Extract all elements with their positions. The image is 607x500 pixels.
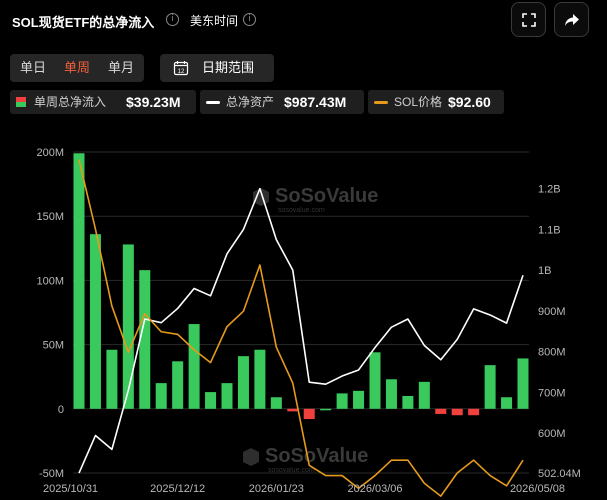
- watermark-sub: sosovalue.com: [268, 467, 315, 474]
- legend-value: $92.60: [448, 94, 491, 110]
- y-right-tick-label: 600M: [538, 428, 566, 440]
- flow-bar: [172, 361, 184, 409]
- net-inflow-swatch: [16, 97, 26, 107]
- timezone-label: 美东时间: [190, 14, 239, 28]
- legend-value: $987.43M: [284, 94, 347, 110]
- flow-bar: [205, 392, 217, 409]
- x-tick-label: 2026/05/08: [510, 483, 565, 495]
- flow-bar: [369, 352, 381, 409]
- flow-bar: [451, 408, 463, 416]
- y-right-tick-label: 900M: [538, 306, 566, 318]
- watermarks: SoSoValue sosovalue.com SoSoValue sosova…: [243, 185, 378, 474]
- flow-bar: [484, 365, 496, 409]
- legend-item-net-assets[interactable]: 总净资产 $987.43M: [200, 90, 364, 114]
- flow-bar: [287, 408, 299, 412]
- y-left-tick-label: -50M: [39, 468, 64, 480]
- flow-bar: [353, 390, 365, 409]
- flow-bar: [254, 349, 266, 409]
- flow-bar: [237, 356, 249, 409]
- flow-bar: [122, 244, 134, 409]
- flow-bar: [188, 324, 200, 409]
- watermark: SoSoValue sosovalue.com: [253, 185, 378, 214]
- tab-weekly[interactable]: 单周: [57, 54, 97, 82]
- flow-bar: [336, 393, 348, 409]
- y-right-tick-label: 1.2B: [538, 184, 561, 196]
- flow-bar: [468, 408, 480, 416]
- y-right-tick-label: 800M: [538, 347, 566, 359]
- flow-bar: [221, 383, 233, 409]
- y-left-tick-label: 200M: [36, 147, 64, 159]
- legend-item-net-inflow[interactable]: 单周总净流入 $39.23M: [10, 90, 196, 114]
- y-left-tick-label: 150M: [36, 211, 64, 223]
- legend-name: 单周总净流入: [34, 95, 107, 109]
- watermark-sub: sosovalue.com: [278, 207, 325, 214]
- period-segment: 单日 单周 单月: [10, 54, 144, 82]
- share-icon: [565, 14, 579, 26]
- sol-price-swatch: [374, 101, 388, 104]
- watermark-text: SoSoValue: [275, 185, 378, 207]
- x-tick-label: 2026/03/06: [347, 483, 402, 495]
- flow-bar: [139, 270, 151, 409]
- y-right-tick-label: 700M: [538, 387, 566, 399]
- flow-bar: [155, 383, 167, 409]
- flow-bar: [385, 379, 397, 409]
- legend-value: $39.23M: [126, 94, 181, 110]
- y-left-tick-label: 0: [58, 404, 64, 416]
- flow-bar: [402, 395, 414, 409]
- flow-bar: [106, 349, 118, 409]
- flow-bar: [517, 358, 529, 409]
- y-left-tick-label: 50M: [43, 340, 64, 352]
- calendar-day: 12: [178, 69, 185, 75]
- calendar-icon: 12: [173, 61, 189, 76]
- y-right-tick-label: 1.1B: [538, 224, 561, 236]
- flow-bar: [89, 234, 101, 409]
- flow-chart: SoSoValue sosovalue.com SoSoValue sosova…: [36, 147, 581, 497]
- watermark-text: SoSoValue: [265, 445, 368, 467]
- y-right-tick-label: 1B: [538, 265, 551, 277]
- info-icon[interactable]: i: [166, 13, 179, 26]
- x-tick-label: 2025/10/31: [43, 483, 98, 495]
- y-right-tick-label: 502.04M: [538, 468, 581, 480]
- flow-bar: [270, 397, 282, 409]
- legend-name: SOL价格: [394, 95, 443, 109]
- flow-bar: [303, 408, 315, 420]
- page-title: SOL现货ETF的总净流入: [12, 15, 155, 30]
- fullscreen-icon: [522, 13, 536, 27]
- net-assets-swatch: [206, 101, 220, 104]
- flow-bar: [501, 397, 513, 409]
- fullscreen-button[interactable]: [511, 2, 546, 37]
- legend-item-sol-price[interactable]: SOL价格 $92.60: [368, 90, 504, 114]
- chart-header: SOL现货ETF的总净流入 i 美东时间 i: [0, 0, 607, 42]
- y-left-tick-label: 100M: [36, 275, 64, 287]
- timezone-info-icon[interactable]: i: [243, 13, 256, 26]
- share-button[interactable]: [554, 2, 589, 37]
- legend-name: 总净资产: [226, 95, 275, 109]
- tab-monthly[interactable]: 单月: [101, 54, 141, 82]
- flow-bar: [435, 408, 447, 414]
- flow-bar: [418, 381, 430, 409]
- x-tick-label: 2026/01/23: [249, 483, 304, 495]
- date-range-label: 日期范围: [202, 60, 255, 75]
- x-tick-label: 2025/12/12: [150, 483, 205, 495]
- date-range-button[interactable]: 12 日期范围: [160, 54, 274, 82]
- flow-bar: [320, 408, 332, 411]
- flow-bar: [73, 153, 85, 409]
- tab-daily[interactable]: 单日: [13, 54, 53, 82]
